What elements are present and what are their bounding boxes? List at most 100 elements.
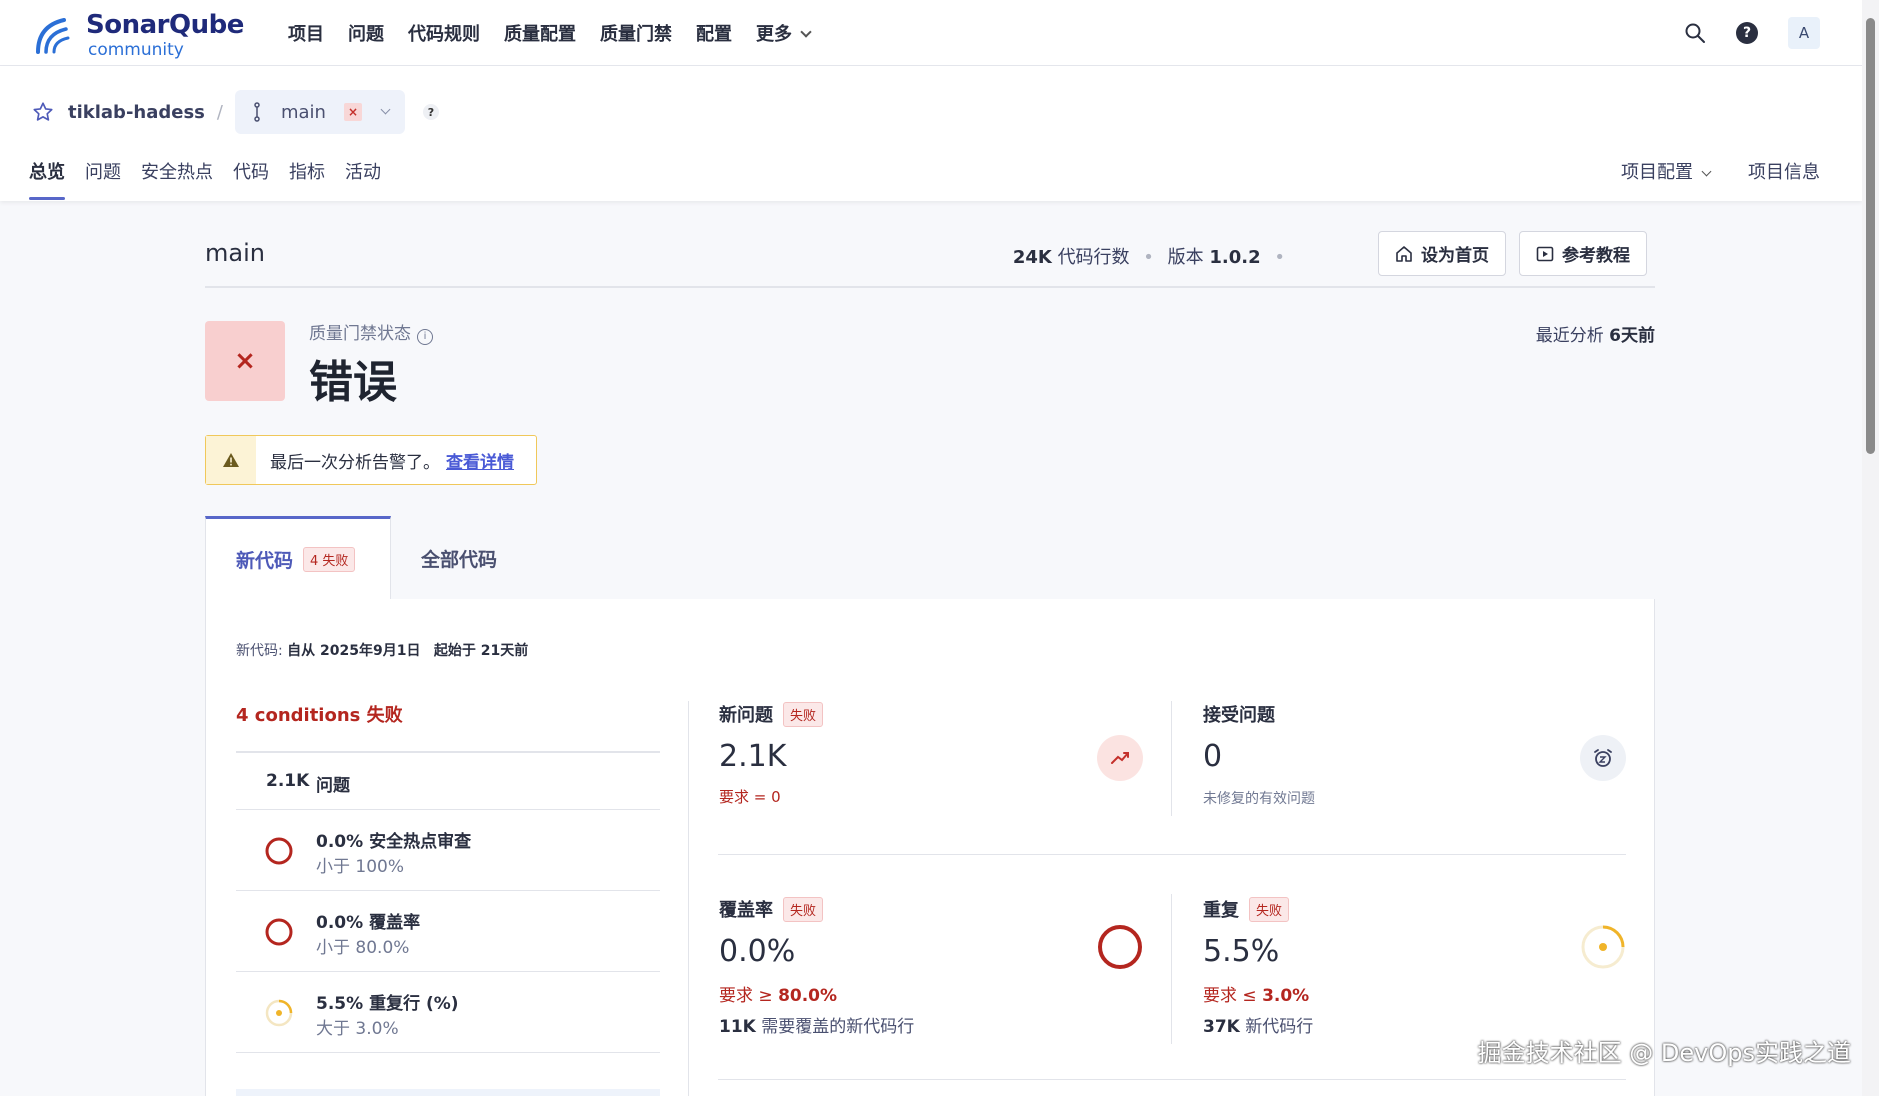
metric-coverage[interactable]: 覆盖率 失败 0.0% 要求 ≥ 80.0% 11K 需要覆盖的新代码行 <box>719 896 914 1037</box>
breadcrumb: tiklab-hadess / main × ? <box>32 90 439 134</box>
branch-icon <box>254 102 260 122</box>
user-avatar[interactable]: A <box>1788 17 1820 49</box>
coverage-label: 覆盖率 <box>719 900 773 921</box>
info-icon[interactable]: i <box>417 329 433 345</box>
new-code-started: 起始于 21天前 <box>433 643 529 659</box>
condition-main: 0.0% 安全热点审查 <box>316 832 472 852</box>
vertical-scrollbar[interactable] <box>1862 0 1879 1096</box>
star-icon[interactable] <box>32 101 54 123</box>
column-divider <box>1171 701 1172 816</box>
project-tabs: 总览 问题 安全热点 代码 指标 活动 <box>29 158 401 200</box>
coverage-value[interactable]: 0.0% <box>719 934 914 969</box>
warning-icon <box>206 436 256 484</box>
branch-meta: 24K 代码行数 • 版本 1.0.2 • <box>1013 243 1293 269</box>
condition-row[interactable]: 0.0% 覆盖率 小于 80.0% <box>236 891 660 972</box>
quality-gate-label: 质量门禁状态 i <box>309 319 433 345</box>
project-settings-label: 项目配置 <box>1621 162 1693 183</box>
new-code-since: 自从 2025年9月1日 <box>287 643 421 659</box>
tutorial-label: 参考教程 <box>1562 246 1630 266</box>
coverage-req-value: 80.0% <box>778 986 838 1006</box>
tab-issues[interactable]: 问题 <box>85 158 121 200</box>
new-code-prefix: 新代码: <box>236 643 283 659</box>
row-divider <box>718 1079 1626 1080</box>
analysis-warning-banner: 最后一次分析告警了。 查看详情 <box>205 435 537 485</box>
condition-threshold: 大于 3.0% <box>316 1019 399 1039</box>
coverage-ring-icon <box>1098 925 1142 969</box>
duplication-lines-count[interactable]: 37K <box>1203 1017 1240 1037</box>
accepted-issues-label: 接受问题 <box>1203 705 1275 726</box>
menu-quality-gates[interactable]: 质量门禁 <box>588 20 684 46</box>
coverage-ring-icon <box>265 918 293 946</box>
quality-gate-label-text: 质量门禁状态 <box>309 324 411 344</box>
condition-row[interactable]: 2.1K 问题 <box>236 753 660 810</box>
new-code-panel: 新代码: 自从 2025年9月1日 起始于 21天前 4 conditions … <box>205 599 1655 1096</box>
last-analysis-value: 6天前 <box>1609 326 1655 346</box>
logo-text: SonarQube <box>86 10 244 40</box>
tutorial-button[interactable]: 参考教程 <box>1519 231 1647 276</box>
accepted-issues-value[interactable]: 0 <box>1203 739 1315 774</box>
warning-details-link[interactable]: 查看详情 <box>446 453 514 473</box>
tab-overview[interactable]: 总览 <box>29 158 65 200</box>
branch-selector[interactable]: main × <box>234 90 405 134</box>
project-information-link[interactable]: 项目信息 <box>1748 158 1820 184</box>
new-code-period: 新代码: 自从 2025年9月1日 起始于 21天前 <box>236 640 528 660</box>
condition-row[interactable]: 0.0% 安全热点审查 小于 100% <box>236 810 660 891</box>
menu-quality-profiles[interactable]: 质量配置 <box>492 20 588 46</box>
metric-duplication[interactable]: 重复 失败 5.5% 要求 ≤ 3.0% 37K 新代码行 <box>1203 896 1313 1037</box>
sonarqube-logo[interactable]: SonarQube community <box>32 8 252 60</box>
branch-title: main <box>205 239 265 267</box>
column-divider <box>688 701 689 1096</box>
chevron-down-icon <box>1701 166 1712 177</box>
separator-dot: • <box>1143 247 1154 268</box>
tab-activity[interactable]: 活动 <box>345 158 381 200</box>
condition-list-more <box>236 1089 660 1096</box>
tab-overall-code[interactable]: 全部代码 <box>391 516 527 600</box>
coverage-requirement: 要求 ≥ 80.0% <box>719 981 914 1006</box>
metric-label: 重复 失败 <box>1203 896 1313 922</box>
search-icon[interactable] <box>1684 22 1706 44</box>
code-tabs: 新代码 4 失败 全部代码 <box>205 516 1655 600</box>
new-issues-value[interactable]: 2.1K <box>719 739 823 774</box>
metric-label: 新问题 失败 <box>719 701 824 727</box>
set-as-home-button[interactable]: 设为首页 <box>1378 231 1506 276</box>
project-name[interactable]: tiklab-hadess <box>68 102 205 123</box>
condition-row[interactable]: 5.5% 重复行 (%) 大于 3.0% <box>236 972 660 1053</box>
trend-up-icon <box>1097 735 1143 781</box>
version-value: 1.0.2 <box>1209 247 1261 268</box>
main-menu: 项目 问题 代码规则 质量配置 质量门禁 配置 更多 <box>288 20 822 46</box>
warning-message: 最后一次分析告警了。 <box>270 452 440 473</box>
accepted-issues-subtitle: 未修复的有效问题 <box>1203 791 1315 807</box>
metric-accepted-issues[interactable]: 接受问题 0 未修复的有效问题 <box>1203 701 1315 808</box>
breadcrumb-separator: / <box>216 101 223 123</box>
duplication-req-prefix: 要求 ≤ <box>1203 986 1257 1006</box>
help-icon[interactable]: ? <box>1736 22 1758 44</box>
quality-gate-failed-icon: × <box>205 321 285 401</box>
scrollbar-thumb[interactable] <box>1866 18 1875 454</box>
duplication-ring-icon <box>265 999 293 1027</box>
tab-measures[interactable]: 指标 <box>289 158 325 200</box>
quality-gate-status: 错误 <box>309 357 397 408</box>
metric-new-issues[interactable]: 新问题 失败 2.1K 要求 = 0 <box>719 701 824 807</box>
menu-projects[interactable]: 项目 <box>288 20 336 46</box>
top-right-actions: ? A <box>1684 17 1820 49</box>
duplication-value[interactable]: 5.5% <box>1203 934 1313 969</box>
project-settings-menu[interactable]: 项目配置 <box>1621 158 1712 184</box>
new-issues-requirement: 要求 = 0 <box>719 788 781 806</box>
coverage-lines-count[interactable]: 11K <box>719 1017 756 1037</box>
project-tabs-right: 项目配置 项目信息 <box>1583 158 1820 184</box>
menu-more[interactable]: 更多 <box>744 20 822 46</box>
tab-security-hotspots[interactable]: 安全热点 <box>141 158 213 200</box>
duplication-lines-label: 新代码行 <box>1245 1017 1314 1037</box>
tab-new-code[interactable]: 新代码 4 失败 <box>205 516 391 600</box>
last-analysis-label: 最近分析 <box>1535 326 1604 346</box>
menu-issues[interactable]: 问题 <box>336 20 396 46</box>
tab-code[interactable]: 代码 <box>233 158 269 200</box>
version-label: 版本 <box>1167 247 1204 268</box>
branch-help-icon[interactable]: ? <box>422 104 439 120</box>
column-divider <box>1171 894 1172 1044</box>
menu-rules[interactable]: 代码规则 <box>396 20 492 46</box>
metric-label: 覆盖率 失败 <box>719 896 914 922</box>
top-navbar: SonarQube community 项目 问题 代码规则 质量配置 质量门禁… <box>0 0 1862 66</box>
last-analysis: 最近分析 6天前 <box>1536 321 1655 346</box>
menu-administration[interactable]: 配置 <box>684 20 744 46</box>
